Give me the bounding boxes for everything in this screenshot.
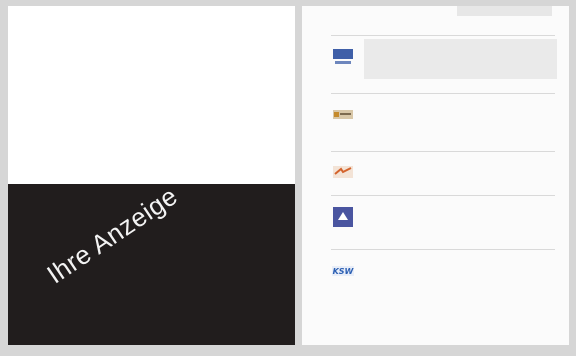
- logo-icon: KSW: [332, 266, 355, 276]
- company-logo: [331, 103, 355, 127]
- logo-icon: [333, 110, 353, 119]
- listing-section-2: [331, 86, 555, 145]
- left-page: Ihre Anzeige: [8, 6, 295, 345]
- company-logo: KSW: [331, 259, 355, 283]
- listing-section-5: KSW: [331, 242, 555, 301]
- section-title: [331, 86, 555, 94]
- ad-text: Ihre Anzeige: [41, 184, 183, 290]
- section-title: [331, 144, 555, 152]
- logo-icon: [333, 49, 353, 64]
- listing-row[interactable]: [331, 199, 555, 247]
- section-title: [331, 28, 555, 36]
- company-logo: [331, 45, 355, 69]
- section-title: [331, 188, 555, 196]
- section-title: [331, 242, 555, 250]
- right-page: KSW: [302, 6, 569, 345]
- header-tag: [457, 6, 552, 16]
- ad-placeholder[interactable]: Ihre Anzeige: [8, 184, 295, 345]
- listing-row[interactable]: KSW: [331, 253, 555, 301]
- listing-row[interactable]: [331, 39, 557, 87]
- logo-icon: [333, 166, 353, 178]
- listing-section-4: [331, 188, 555, 247]
- listing-section-1: [331, 28, 557, 87]
- listing-row[interactable]: [331, 97, 555, 145]
- company-logo: [331, 205, 355, 229]
- svg-text:KSW: KSW: [333, 267, 355, 276]
- company-logo: [331, 161, 355, 185]
- highlight-box: [364, 39, 557, 79]
- logo-icon: [333, 207, 353, 227]
